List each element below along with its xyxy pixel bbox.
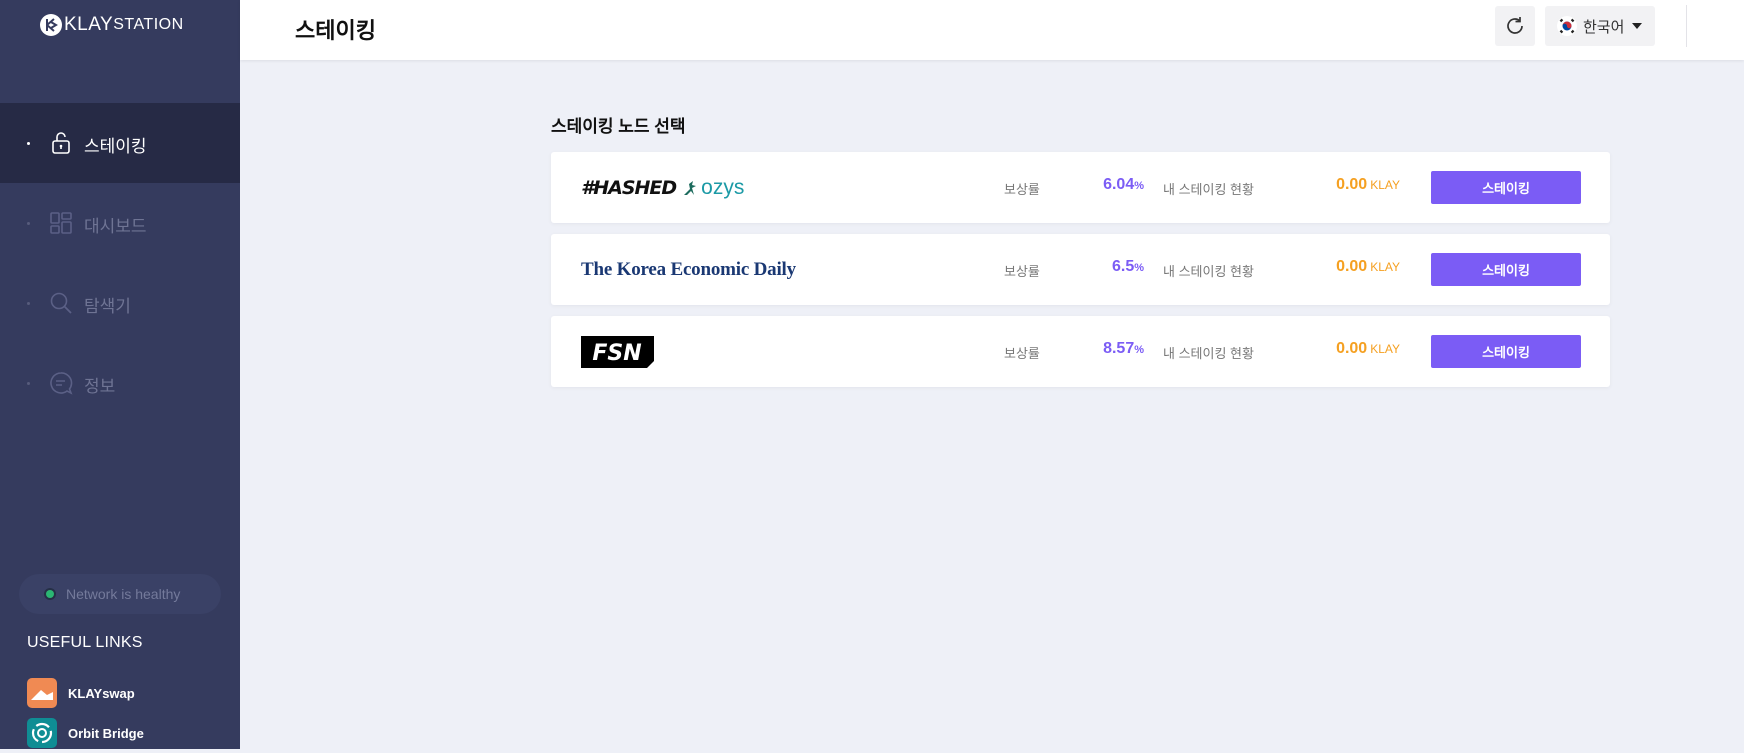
top-header: 스테이킹 한국어 (240, 0, 1744, 60)
sidebar-item-label: 대시보드 (84, 217, 147, 236)
refresh-icon (1507, 17, 1523, 34)
stake-button[interactable]: 스테이킹 (1431, 335, 1581, 368)
link-orbit-bridge[interactable]: Orbit Bridge (27, 718, 144, 748)
language-label: 한국어 (1583, 18, 1625, 36)
refresh-button[interactable] (1495, 6, 1535, 46)
my-staking-amount: 0.00 KLAY (1336, 176, 1400, 193)
reward-rate-value: 6.5% (1111, 258, 1144, 275)
reward-rate-value: 8.57% (1103, 340, 1144, 357)
orbit-bridge-icon (27, 718, 57, 748)
svg-text:FSN: FSN (592, 341, 641, 366)
nav-dot (27, 382, 30, 385)
active-dot (27, 142, 30, 145)
node-logo: #HASHED ozys (581, 152, 744, 223)
page-title: 스테이킹 (295, 18, 376, 43)
dashboard-icon (49, 211, 73, 235)
lock-icon (49, 131, 73, 155)
sidebar-item-explorer[interactable]: 탐색기 (0, 263, 240, 343)
sidebar-item-dashboard[interactable]: 대시보드 (0, 183, 240, 263)
link-label: KLAYswap (68, 685, 135, 701)
language-select[interactable]: 한국어 (1545, 6, 1655, 46)
reward-rate-label: 보상률 (1004, 346, 1040, 361)
sidebar-nav: 스테이킹 대시보드 탐색기 정보 (0, 103, 240, 423)
sidebar-item-info[interactable]: 정보 (0, 343, 240, 423)
link-label: Orbit Bridge (68, 725, 144, 741)
reward-rate-label: 보상률 (1004, 182, 1040, 197)
status-indicator-icon (46, 590, 54, 598)
my-staking-label: 내 스테이킹 현황 (1163, 182, 1254, 197)
fsn-logo: FSN (581, 335, 654, 368)
node-logo: The Korea Economic Daily (581, 234, 796, 305)
klayswap-icon (27, 678, 57, 708)
reward-rate-value: 6.04% (1103, 176, 1144, 193)
chat-info-icon (49, 371, 73, 395)
ozys-logo: ozys (682, 176, 744, 200)
logo-text-klay: KLAY (64, 14, 114, 35)
caret-down-icon (1632, 23, 1643, 29)
my-staking-amount: 0.00 KLAY (1336, 340, 1400, 357)
network-status-pill: Network is healthy (19, 574, 221, 614)
nav-dot (27, 302, 30, 305)
my-staking-label: 내 스테이킹 현황 (1163, 264, 1254, 279)
sidebar-item-staking[interactable]: 스테이킹 (0, 103, 240, 183)
node-card-fsn: FSN 보상률 8.57% 내 스테이킹 현황 0.00 KLAY 스테이킹 (551, 316, 1610, 387)
korea-flag-icon (1557, 16, 1577, 36)
logo-text-station: STATION (113, 16, 184, 33)
section-title: 스테이킹 노드 선택 (551, 117, 686, 136)
hashed-logo: #HASHED (581, 176, 677, 199)
network-status-text: Network is healthy (66, 586, 181, 602)
my-staking-label: 내 스테이킹 현황 (1163, 346, 1254, 361)
node-logo: FSN (581, 316, 654, 387)
sidebar-item-label: 스테이킹 (84, 137, 147, 156)
stake-button[interactable]: 스테이킹 (1431, 253, 1581, 286)
sidebar: KLAY STATION 스테이킹 대시보드 탐색기 정보 Network is… (0, 0, 240, 749)
ozys-bird-icon (684, 180, 697, 195)
useful-links-title: USEFUL LINKS (27, 634, 143, 651)
sidebar-item-label: 탐색기 (84, 297, 131, 316)
node-card-hashed-ozys: #HASHED ozys 보상률 6.04% 내 스테이킹 현황 0.00 KLA… (551, 152, 1610, 223)
ozys-logo-text: ozys (701, 175, 745, 199)
header-divider (1686, 5, 1687, 47)
korea-economic-daily-logo: The Korea Economic Daily (581, 258, 796, 280)
stake-button[interactable]: 스테이킹 (1431, 171, 1581, 204)
klaystation-logo[interactable]: KLAY STATION (40, 14, 184, 36)
sidebar-item-label: 정보 (84, 377, 116, 396)
reward-rate-label: 보상률 (1004, 264, 1040, 279)
nav-dot (27, 222, 30, 225)
link-klayswap[interactable]: KLAYswap (27, 678, 135, 708)
search-icon (49, 291, 73, 315)
klay-logo-icon (40, 14, 62, 36)
node-card-korea-economic-daily: The Korea Economic Daily 보상률 6.5% 내 스테이킹… (551, 234, 1610, 305)
my-staking-amount: 0.00 KLAY (1336, 258, 1400, 275)
